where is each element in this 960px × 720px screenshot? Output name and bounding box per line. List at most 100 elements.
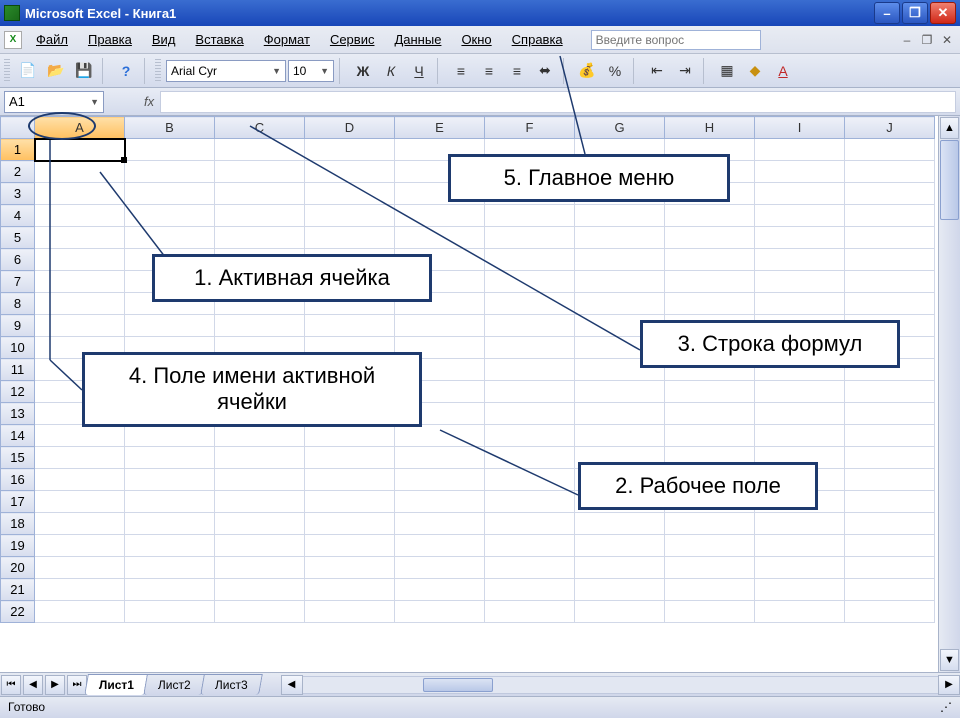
cell[interactable] xyxy=(575,249,665,271)
column-header[interactable]: A xyxy=(35,117,125,139)
cell[interactable] xyxy=(845,249,935,271)
scroll-thumb[interactable] xyxy=(940,140,959,220)
cell[interactable] xyxy=(845,271,935,293)
column-header[interactable]: H xyxy=(665,117,755,139)
sheet-tab[interactable]: Лист2 xyxy=(143,674,205,695)
cell[interactable] xyxy=(125,535,215,557)
cell[interactable] xyxy=(845,403,935,425)
cell[interactable] xyxy=(35,161,125,183)
cell[interactable] xyxy=(305,469,395,491)
cell[interactable] xyxy=(845,381,935,403)
cell[interactable] xyxy=(215,183,305,205)
cell[interactable] xyxy=(305,513,395,535)
column-header[interactable]: B xyxy=(125,117,215,139)
cell[interactable] xyxy=(485,403,575,425)
currency-button[interactable]: 💰 xyxy=(574,58,600,84)
row-header[interactable]: 11 xyxy=(1,359,35,381)
maximize-button[interactable]: ❐ xyxy=(902,2,928,24)
cell[interactable] xyxy=(665,403,755,425)
cell[interactable] xyxy=(35,447,125,469)
cell[interactable] xyxy=(755,249,845,271)
cell[interactable] xyxy=(755,403,845,425)
cell[interactable] xyxy=(125,183,215,205)
row-header[interactable]: 17 xyxy=(1,491,35,513)
cell[interactable] xyxy=(575,293,665,315)
increase-indent-button[interactable]: ⇥ xyxy=(672,58,698,84)
menu-window[interactable]: Окно xyxy=(451,29,501,50)
cell[interactable] xyxy=(755,535,845,557)
cell[interactable] xyxy=(35,491,125,513)
cell[interactable] xyxy=(125,425,215,447)
row-header[interactable]: 5 xyxy=(1,227,35,249)
cell[interactable] xyxy=(215,139,305,161)
cell[interactable] xyxy=(845,579,935,601)
toolbar-grip-icon[interactable] xyxy=(4,59,10,83)
cell[interactable] xyxy=(215,227,305,249)
cell[interactable] xyxy=(305,161,395,183)
scroll-left-icon[interactable]: ◀ xyxy=(281,675,303,695)
close-button[interactable]: ✕ xyxy=(930,2,956,24)
cell[interactable] xyxy=(755,293,845,315)
cell[interactable] xyxy=(485,359,575,381)
cell[interactable] xyxy=(755,425,845,447)
row-header[interactable]: 20 xyxy=(1,557,35,579)
cell[interactable] xyxy=(35,227,125,249)
cell[interactable] xyxy=(485,601,575,623)
cell[interactable] xyxy=(125,491,215,513)
cell[interactable] xyxy=(215,535,305,557)
cell[interactable] xyxy=(395,425,485,447)
cell[interactable] xyxy=(305,183,395,205)
cell[interactable] xyxy=(485,425,575,447)
cell[interactable] xyxy=(485,513,575,535)
resize-grip-icon[interactable]: ⋰ xyxy=(940,700,952,715)
cell[interactable] xyxy=(845,601,935,623)
row-header[interactable]: 1 xyxy=(1,139,35,161)
cell[interactable] xyxy=(575,271,665,293)
vertical-scrollbar[interactable]: ▲ ▼ xyxy=(938,116,960,672)
cell[interactable] xyxy=(845,535,935,557)
save-button[interactable]: 💾 xyxy=(71,58,97,84)
scroll-thumb[interactable] xyxy=(423,678,493,692)
cell[interactable] xyxy=(575,579,665,601)
cell[interactable] xyxy=(305,535,395,557)
cell[interactable] xyxy=(755,161,845,183)
cell[interactable] xyxy=(665,579,755,601)
cell[interactable] xyxy=(845,227,935,249)
cell[interactable] xyxy=(575,227,665,249)
cell[interactable] xyxy=(755,513,845,535)
formula-input[interactable] xyxy=(160,91,956,113)
cell[interactable] xyxy=(395,601,485,623)
row-header[interactable]: 13 xyxy=(1,403,35,425)
cell[interactable] xyxy=(395,491,485,513)
cell[interactable] xyxy=(755,381,845,403)
cell[interactable] xyxy=(395,535,485,557)
menu-file[interactable]: Файл xyxy=(26,29,78,50)
cell[interactable] xyxy=(125,139,215,161)
cell[interactable] xyxy=(845,425,935,447)
cell[interactable] xyxy=(125,447,215,469)
cell[interactable] xyxy=(305,425,395,447)
row-header[interactable]: 6 xyxy=(1,249,35,271)
cell[interactable] xyxy=(575,513,665,535)
row-header[interactable]: 12 xyxy=(1,381,35,403)
cell[interactable] xyxy=(215,425,305,447)
toolbar-grip-icon[interactable] xyxy=(155,59,161,83)
cell[interactable] xyxy=(35,271,125,293)
menu-edit[interactable]: Правка xyxy=(78,29,142,50)
tab-nav-next-icon[interactable]: ▶ xyxy=(45,675,65,695)
menu-tools[interactable]: Сервис xyxy=(320,29,385,50)
doc-close-icon[interactable]: ✕ xyxy=(938,32,956,48)
cell[interactable] xyxy=(215,161,305,183)
font-color-button[interactable]: A xyxy=(770,58,796,84)
row-header[interactable]: 2 xyxy=(1,161,35,183)
cell[interactable] xyxy=(35,315,125,337)
horizontal-scrollbar[interactable]: ◀ ▶ xyxy=(281,675,960,695)
cell[interactable] xyxy=(215,491,305,513)
scroll-down-icon[interactable]: ▼ xyxy=(940,649,959,671)
cell[interactable] xyxy=(755,271,845,293)
fill-color-button[interactable]: ◆ xyxy=(742,58,768,84)
select-all-corner[interactable] xyxy=(1,117,35,139)
row-header[interactable]: 15 xyxy=(1,447,35,469)
row-header[interactable]: 7 xyxy=(1,271,35,293)
cell[interactable] xyxy=(125,315,215,337)
